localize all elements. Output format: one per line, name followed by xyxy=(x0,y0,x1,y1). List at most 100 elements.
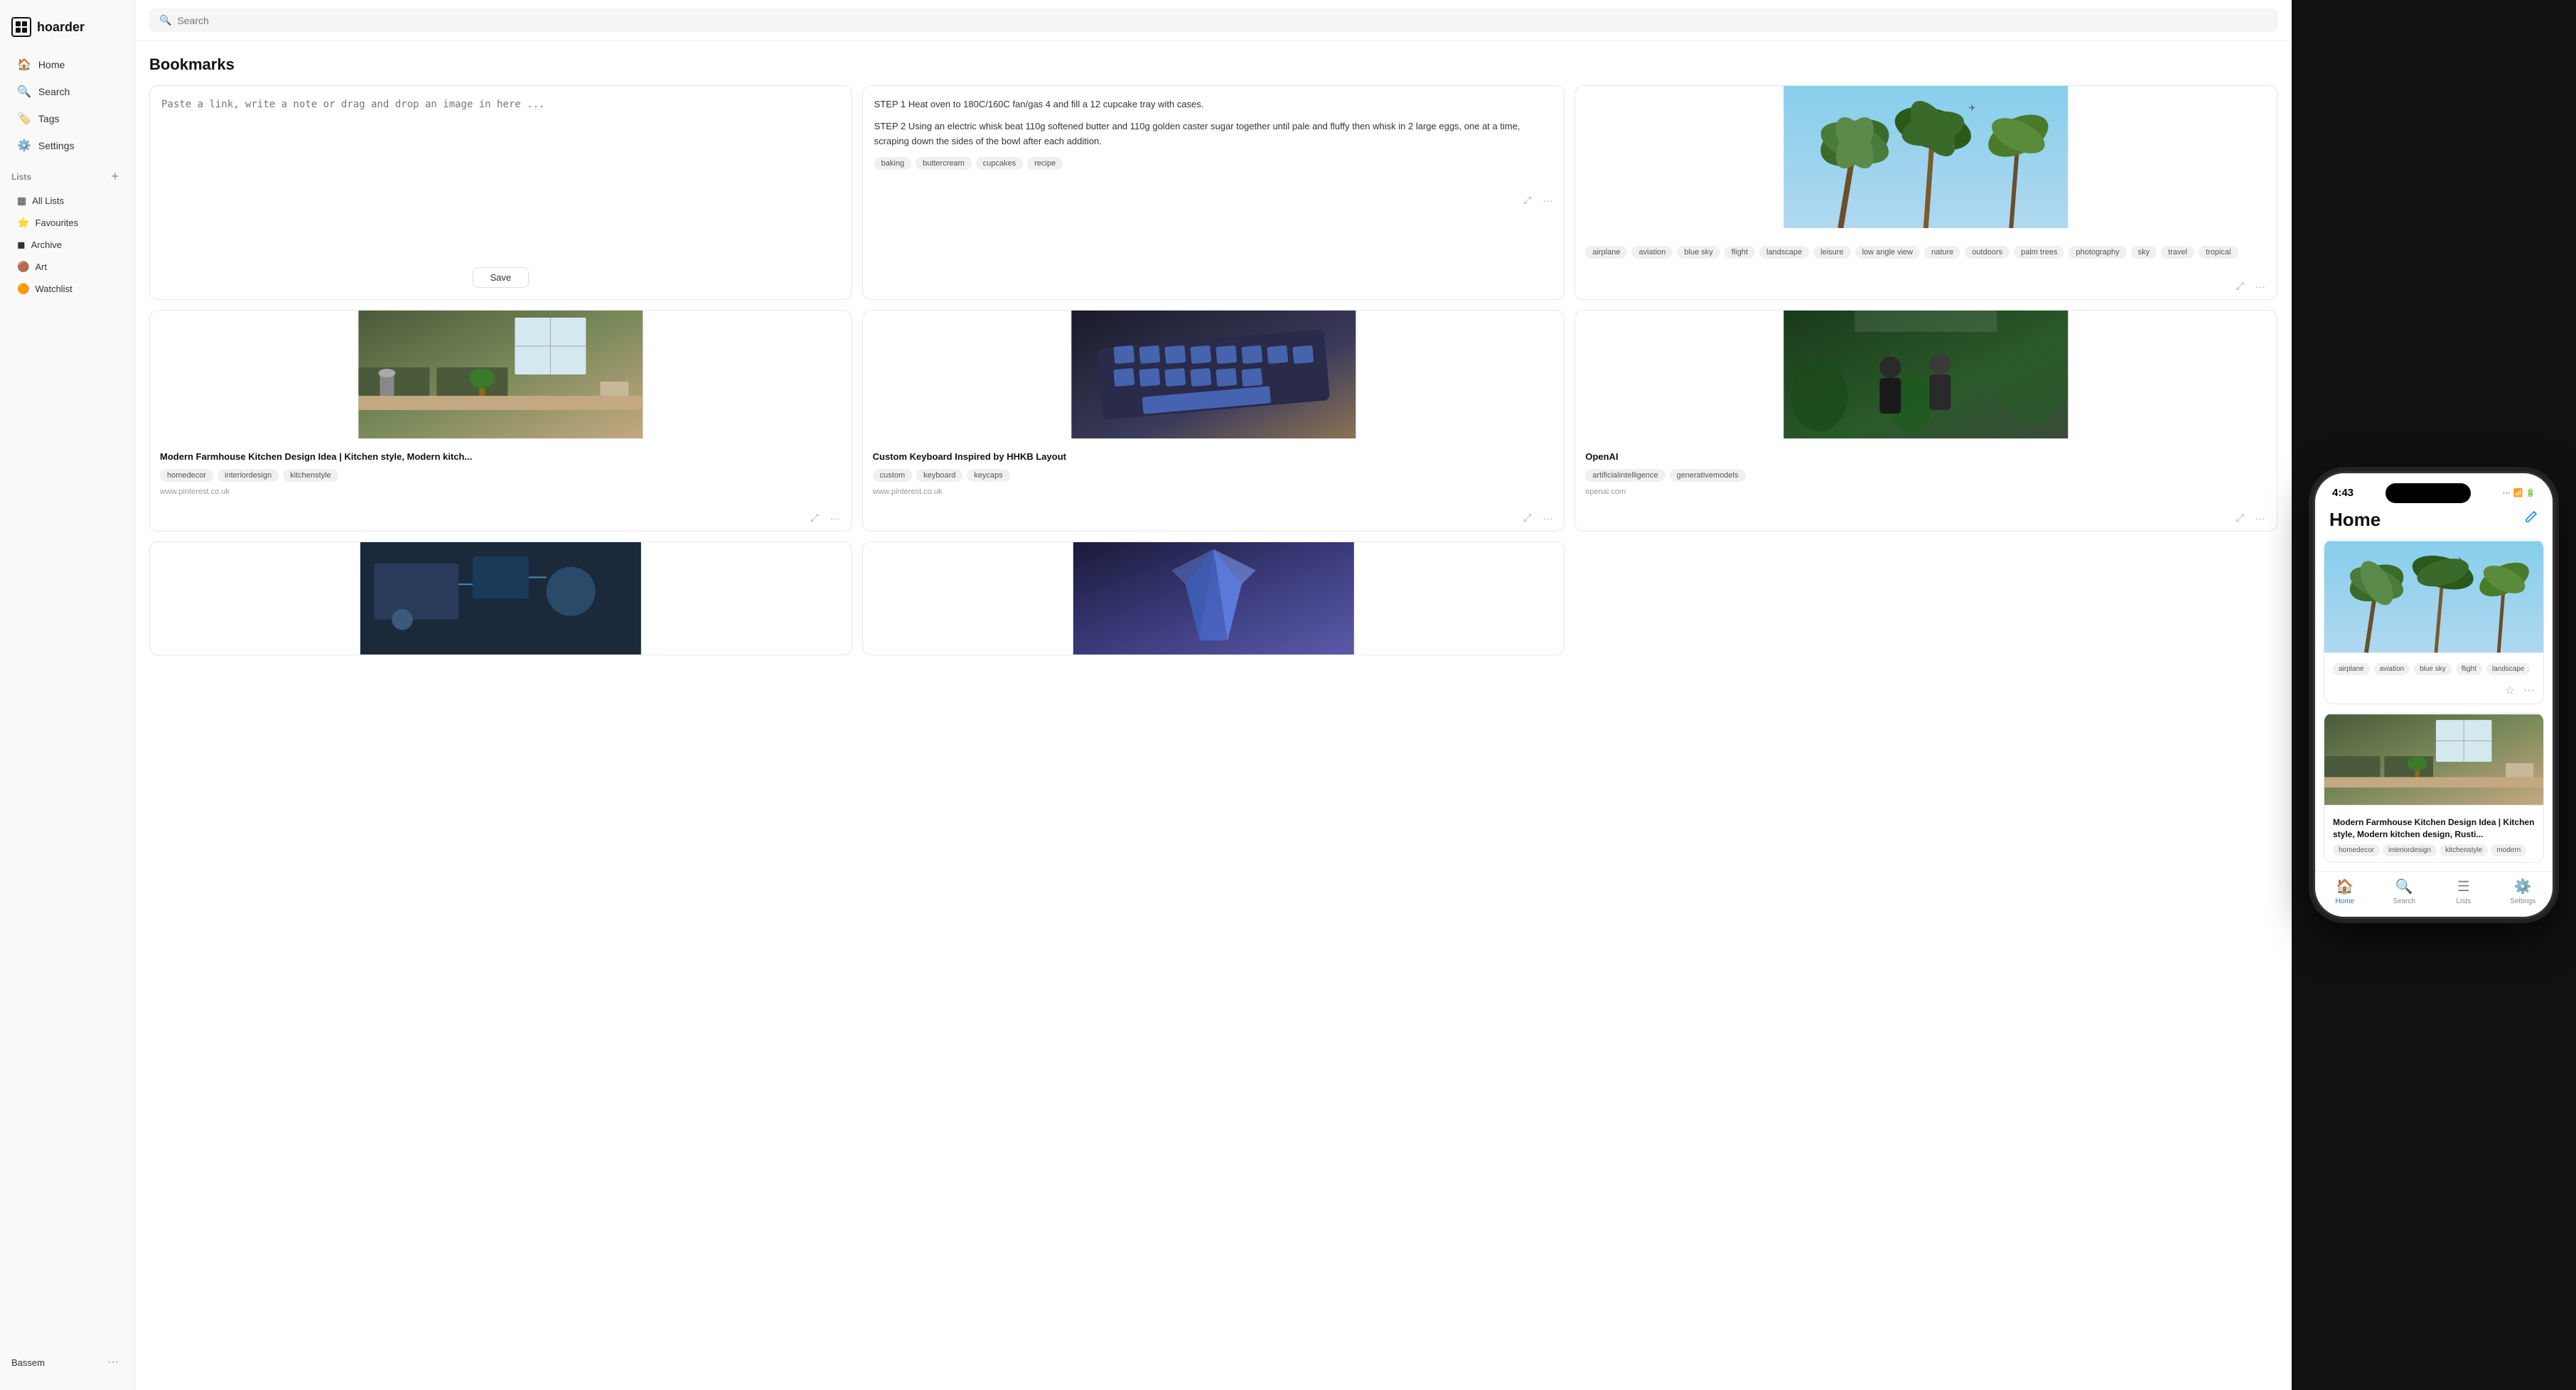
expand-openai-button[interactable]: ⤢ xyxy=(2233,510,2247,525)
phone-nav-search[interactable]: 🔍 Search xyxy=(2375,878,2435,905)
kitchen-url: www.pinterest.co.uk xyxy=(160,487,842,496)
tag-airplane[interactable]: airplane xyxy=(1585,246,1627,259)
search-input[interactable] xyxy=(177,15,2268,26)
sidebar: hoarder 🏠 Home 🔍 Search 🏷️ Tags ⚙️ Setti… xyxy=(0,0,135,1390)
settings-icon: ⚙️ xyxy=(17,139,31,153)
nav-label-settings: Settings xyxy=(38,140,75,151)
phone-nav-bar: 🏠 Home 🔍 Search ☰ Lists ⚙️ Settings xyxy=(2315,871,2553,917)
phone-settings-icon: ⚙️ xyxy=(2514,878,2532,895)
tag-custom[interactable]: custom xyxy=(873,469,912,482)
tag-leisure[interactable]: leisure xyxy=(1813,246,1850,259)
phone-tag-landscape[interactable]: landscape xyxy=(2486,663,2531,675)
openai-card: OpenAI artificialintelligence generative… xyxy=(1574,310,2277,532)
save-button[interactable]: Save xyxy=(473,267,530,288)
kitchen-card: Modern Farmhouse Kitchen Design Idea | K… xyxy=(149,310,852,532)
tags-icon: 🏷️ xyxy=(17,112,31,126)
keyboard-card-body: Custom Keyboard Inspired by HHKB Layout … xyxy=(863,442,1565,505)
tag-landscape[interactable]: landscape xyxy=(1759,246,1809,259)
tag-recipe[interactable]: recipe xyxy=(1027,157,1063,170)
search-magnifier-icon: 🔍 xyxy=(159,14,171,26)
home-icon: 🏠 xyxy=(17,58,31,72)
tag-cupcakes[interactable]: cupcakes xyxy=(976,157,1023,170)
phone-status-bar: 4:43 ··· 📶 🔋 xyxy=(2315,473,2553,503)
tag-tropical[interactable]: tropical xyxy=(2199,246,2238,259)
phone-tag-airplane[interactable]: airplane xyxy=(2333,663,2370,675)
sidebar-item-art[interactable]: 🟤 Art xyxy=(6,257,129,277)
phone-tag-blue-sky[interactable]: blue sky xyxy=(2414,663,2452,675)
tag-nature[interactable]: nature xyxy=(1924,246,1960,259)
search-wrapper[interactable]: 🔍 xyxy=(149,9,2277,32)
nav-label-home: Home xyxy=(38,59,65,70)
watchlist-icon: 🟠 xyxy=(17,283,29,295)
sidebar-item-all-lists[interactable]: ▦ All Lists xyxy=(6,190,129,211)
phone-edit-icon[interactable] xyxy=(2523,510,2538,529)
tag-sky[interactable]: sky xyxy=(2131,246,2157,259)
openai-url: openai.com xyxy=(1585,487,2267,496)
more-keyboard-button[interactable]: ··· xyxy=(1540,511,1555,525)
openai-card-actions: ⤢ ··· xyxy=(1575,505,2277,531)
sidebar-nav-item-settings[interactable]: ⚙️ Settings xyxy=(6,133,129,158)
expand-button[interactable]: ⤢ xyxy=(1520,193,1534,208)
sidebar-item-watchlist[interactable]: 🟠 Watchlist xyxy=(6,279,129,299)
tag-buttercream[interactable]: buttercream xyxy=(916,157,972,170)
tag-baking[interactable]: baking xyxy=(874,157,911,170)
phone-more-button[interactable]: ··· xyxy=(2523,684,2535,698)
add-list-button[interactable]: + xyxy=(107,168,123,185)
more-palm-button[interactable]: ··· xyxy=(2253,279,2268,293)
expand-palm-button[interactable]: ⤢ xyxy=(2233,279,2247,293)
sidebar-nav-item-tags[interactable]: 🏷️ Tags xyxy=(6,106,129,131)
tag-photography[interactable]: photography xyxy=(2068,246,2126,259)
phone-header: Home xyxy=(2315,503,2553,539)
app-logo[interactable]: hoarder xyxy=(0,11,134,51)
phone-kitchen-card: Modern Farmhouse Kitchen Design Idea | K… xyxy=(2324,713,2544,863)
kitchen-title: Modern Farmhouse Kitchen Design Idea | K… xyxy=(160,451,842,463)
recipe-card-actions: ⤢ ··· xyxy=(863,187,1565,213)
nav-label-search: Search xyxy=(38,86,70,97)
phone-tag-homedecor[interactable]: homedecor xyxy=(2333,844,2380,856)
phone-nav-home[interactable]: 🏠 Home xyxy=(2315,878,2375,905)
phone-tag-modern[interactable]: modern xyxy=(2491,844,2526,856)
logo-icon xyxy=(11,17,31,37)
phone-tag-kitchenstyle[interactable]: kitchenstyle xyxy=(2440,844,2488,856)
phone-nav-lists[interactable]: ☰ Lists xyxy=(2434,878,2494,905)
tag-low-angle-view[interactable]: low angle view xyxy=(1855,246,1921,259)
tag-homedecor[interactable]: homedecor xyxy=(160,469,213,482)
tag-kitchenstyle[interactable]: kitchenstyle xyxy=(283,469,338,482)
tag-aviation[interactable]: aviation xyxy=(1631,246,1673,259)
username-label: Bassem xyxy=(11,1357,45,1368)
sidebar-item-favourites[interactable]: ⭐ Favourites xyxy=(6,212,129,233)
user-menu-button[interactable]: ··· xyxy=(103,1354,123,1370)
tag-generative[interactable]: generativemodels xyxy=(1670,469,1746,482)
archive-icon: ◼ xyxy=(17,239,26,251)
palm-trees-card-body: airplane aviation blue sky flight landsc… xyxy=(1575,232,2277,273)
tag-keyboard[interactable]: keyboard xyxy=(916,469,962,482)
openai-title: OpenAI xyxy=(1585,451,2267,463)
tag-palm-trees[interactable]: palm trees xyxy=(2014,246,2064,259)
phone-star-button[interactable]: ☆ xyxy=(2505,684,2515,698)
favourites-icon: ⭐ xyxy=(17,217,29,229)
phone-kitchen-tags: homedecor interiordesign kitchenstyle mo… xyxy=(2333,844,2535,856)
sidebar-nav-item-home[interactable]: 🏠 Home xyxy=(6,52,129,77)
sidebar-item-archive[interactable]: ◼ Archive xyxy=(6,235,129,255)
phone-tag-aviation[interactable]: aviation xyxy=(2374,663,2410,675)
phone-notch xyxy=(2386,483,2471,503)
more-openai-button[interactable]: ··· xyxy=(2253,511,2268,525)
phone-tag-interiordesign[interactable]: interiordesign xyxy=(2383,844,2437,856)
more-options-button[interactable]: ··· xyxy=(1540,193,1555,208)
tag-flight[interactable]: flight xyxy=(1724,246,1755,259)
phone-tag-flight[interactable]: flight xyxy=(2456,663,2482,675)
tag-interiordesign[interactable]: interiordesign xyxy=(218,469,279,482)
tag-travel[interactable]: travel xyxy=(2161,246,2194,259)
tag-blue-sky[interactable]: blue sky xyxy=(1677,246,1719,259)
sidebar-nav-item-search[interactable]: 🔍 Search xyxy=(6,79,129,104)
expand-keyboard-button[interactable]: ⤢ xyxy=(1520,510,1534,525)
nav-label-tags: Tags xyxy=(38,113,60,124)
phone-nav-settings[interactable]: ⚙️ Settings xyxy=(2494,878,2553,905)
tag-keycaps[interactable]: keycaps xyxy=(967,469,1009,482)
kitchen-card-body: Modern Farmhouse Kitchen Design Idea | K… xyxy=(150,442,852,505)
expand-kitchen-button[interactable]: ⤢ xyxy=(807,510,821,525)
tag-ai[interactable]: artificialintelligence xyxy=(1585,469,1665,482)
tag-outdoors[interactable]: outdoors xyxy=(1965,246,2009,259)
more-kitchen-button[interactable]: ··· xyxy=(827,511,843,525)
bookmark-input[interactable] xyxy=(161,97,840,259)
